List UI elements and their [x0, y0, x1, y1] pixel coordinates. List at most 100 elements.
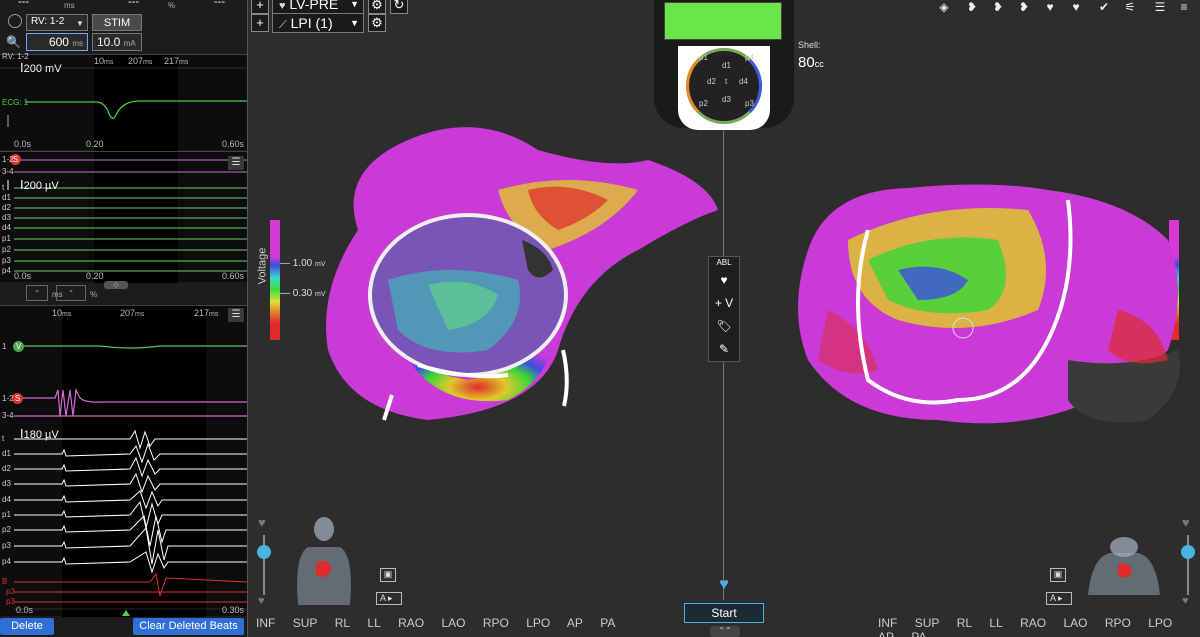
dash-field-2[interactable]: ---	[128, 0, 139, 8]
bookmark-icon[interactable]: ❥	[962, 0, 982, 14]
pct-unit: %	[90, 290, 98, 299]
menu-icon[interactable]: ☰	[228, 156, 244, 170]
view-sup[interactable]: SUP	[293, 616, 318, 630]
lead-label: d2	[2, 464, 11, 473]
view-rpo[interactable]: RPO	[483, 616, 509, 630]
opacity-slider[interactable]	[263, 535, 265, 595]
view-snapshot-icon[interactable]: ▣	[1050, 568, 1066, 582]
filter-icon[interactable]: ⚟	[1120, 0, 1140, 14]
clear-deleted-beats-button[interactable]: Clear Deleted Beats	[133, 618, 244, 635]
view-inf[interactable]: INF	[878, 616, 897, 630]
cycle-length-input[interactable]: 600 ms	[26, 33, 88, 51]
view-rao[interactable]: RAO	[1020, 616, 1046, 630]
signal-strength-bar	[664, 2, 782, 40]
view-lao[interactable]: LAO	[441, 616, 465, 630]
info-icon[interactable]	[8, 14, 22, 28]
lock-icon[interactable]: ❥	[1014, 0, 1034, 14]
dash-field[interactable]: -	[56, 285, 86, 301]
lead-label: 1-2	[2, 394, 14, 403]
map-viewport[interactable]: + ♥ LV-PRE ▼ ⚙ ↻ + ⟋ LPI (1) ▼ ⚙ ◈ ❥ ❥ ❥…	[248, 0, 1200, 637]
time-0: 0.0s	[16, 605, 34, 615]
collapse-handle[interactable]: ◇	[104, 281, 128, 289]
search-icon[interactable]: 🔍	[6, 35, 21, 49]
heart-icon[interactable]: ♥	[1066, 0, 1086, 14]
lead-label: t	[2, 434, 5, 443]
chevron-down-icon[interactable]: ▼	[76, 19, 84, 28]
gear-icon[interactable]: ⚙	[368, 14, 386, 32]
view-pa[interactable]: PA	[600, 616, 615, 630]
refresh-icon[interactable]: ↻	[390, 0, 408, 14]
tag-check-icon[interactable]: ✎	[709, 338, 739, 361]
check-icon[interactable]: ✔	[1094, 0, 1114, 14]
settings-lines-icon[interactable]: ≡	[1174, 0, 1194, 14]
chevron-up-icon[interactable]: ⌃⌃	[710, 626, 740, 637]
view-snapshot-icon[interactable]: ▣	[380, 568, 396, 582]
tag-icon[interactable]: 🏷	[709, 315, 739, 338]
annotation-waveforms	[14, 345, 247, 610]
add-voltage-button[interactable]: + V	[709, 292, 739, 315]
view-sup[interactable]: SUP	[915, 616, 940, 630]
view-pa[interactable]: PA	[911, 630, 926, 637]
slider-thumb[interactable]	[257, 545, 271, 559]
view-rl[interactable]: RL	[957, 616, 972, 630]
view-lpo[interactable]: LPO	[1148, 616, 1172, 630]
app-root: --- ms --- % --- RV: 1-2 ▼ STIM 🔍 600 ms…	[0, 0, 1200, 637]
lead-label: p4	[2, 557, 11, 566]
current-input[interactable]: 10.0 mA	[92, 33, 142, 51]
marker-triangle-icon	[122, 610, 130, 616]
gear-icon[interactable]: ⚙	[368, 0, 386, 14]
view-rpo[interactable]: RPO	[1105, 616, 1131, 630]
view-ap[interactable]: AP	[567, 616, 583, 630]
torso-orientation-icon[interactable]	[288, 515, 358, 605]
view-lpo[interactable]: LPO	[526, 616, 550, 630]
add-map-button[interactable]: +	[251, 0, 269, 14]
view-buttons-left: INF SUP RL LL RAO LAO RPO LPO AP PA	[256, 616, 629, 630]
start-button[interactable]: Start	[684, 603, 764, 623]
voltage-map-right[interactable]	[788, 170, 1188, 440]
layers-icon[interactable]: ☰	[1150, 0, 1170, 14]
annotation-trace-panel: 10ms 207ms 217ms ☰ V S 1 1-2 3-4 t d1 d2…	[0, 305, 247, 617]
time-0: 0.0s	[14, 271, 32, 281]
heart-icon: ♥	[279, 0, 286, 12]
bookmark-icon[interactable]: ❥	[988, 0, 1008, 14]
electrode-label: t	[725, 77, 728, 86]
opacity-slider[interactable]	[1187, 535, 1189, 595]
view-rao[interactable]: RAO	[398, 616, 424, 630]
lead-label: 3-4	[2, 411, 14, 420]
time-end: 0.60s	[222, 271, 245, 281]
heart-start-icon: ♥	[719, 576, 729, 593]
catheter-select[interactable]: ⟋ LPI (1) ▼	[272, 13, 364, 33]
lead-label: p3	[6, 587, 15, 596]
view-ll[interactable]: LL	[989, 616, 1002, 630]
view-inf[interactable]: INF	[256, 616, 275, 630]
heart-icon: ♥	[258, 515, 266, 530]
view-ap[interactable]: AP	[878, 630, 894, 637]
electrode-label: d1	[722, 61, 731, 70]
view-ll[interactable]: LL	[367, 616, 380, 630]
view-rl[interactable]: RL	[335, 616, 350, 630]
stim-button[interactable]: STIM	[92, 14, 142, 31]
eye-icon[interactable]: ◈	[934, 0, 954, 14]
delete-beat-button[interactable]: Delete Beat	[0, 618, 54, 635]
dash-field-3[interactable]: ---	[214, 0, 225, 8]
heart-icon[interactable]: ♥	[1040, 0, 1060, 14]
torso-orientation-icon[interactable]	[1084, 535, 1164, 605]
signal-panel: --- ms --- % --- RV: 1-2 ▼ STIM 🔍 600 ms…	[0, 0, 248, 637]
ecg-trace-panel: RV: 1-2 I200 mV 10ms 207ms 217ms ECG: 1 …	[0, 52, 247, 151]
egm-waveforms	[7, 159, 247, 272]
add-catheter-button[interactable]: +	[251, 14, 269, 32]
voltage-colorbar[interactable]	[270, 220, 280, 340]
dash-field[interactable]: -	[26, 285, 48, 301]
voltage-map-left[interactable]	[308, 110, 728, 440]
view-buttons-right: INF SUP RL LL RAO LAO RPO LPO AP PA	[878, 616, 1200, 637]
time-mid: 0.20	[86, 271, 104, 281]
view-lao[interactable]: LAO	[1063, 616, 1087, 630]
dash-field-1[interactable]: ---	[18, 0, 29, 8]
lead-label: d2	[2, 203, 11, 212]
camera-button[interactable]: A ▸	[1046, 592, 1072, 605]
lead-label: p4	[2, 266, 11, 275]
camera-button[interactable]: A ▸	[376, 592, 402, 605]
heart-ablation-icon[interactable]: ♥	[709, 269, 739, 292]
map-select[interactable]: ♥ LV-PRE ▼	[272, 0, 364, 14]
slider-thumb[interactable]	[1181, 545, 1195, 559]
